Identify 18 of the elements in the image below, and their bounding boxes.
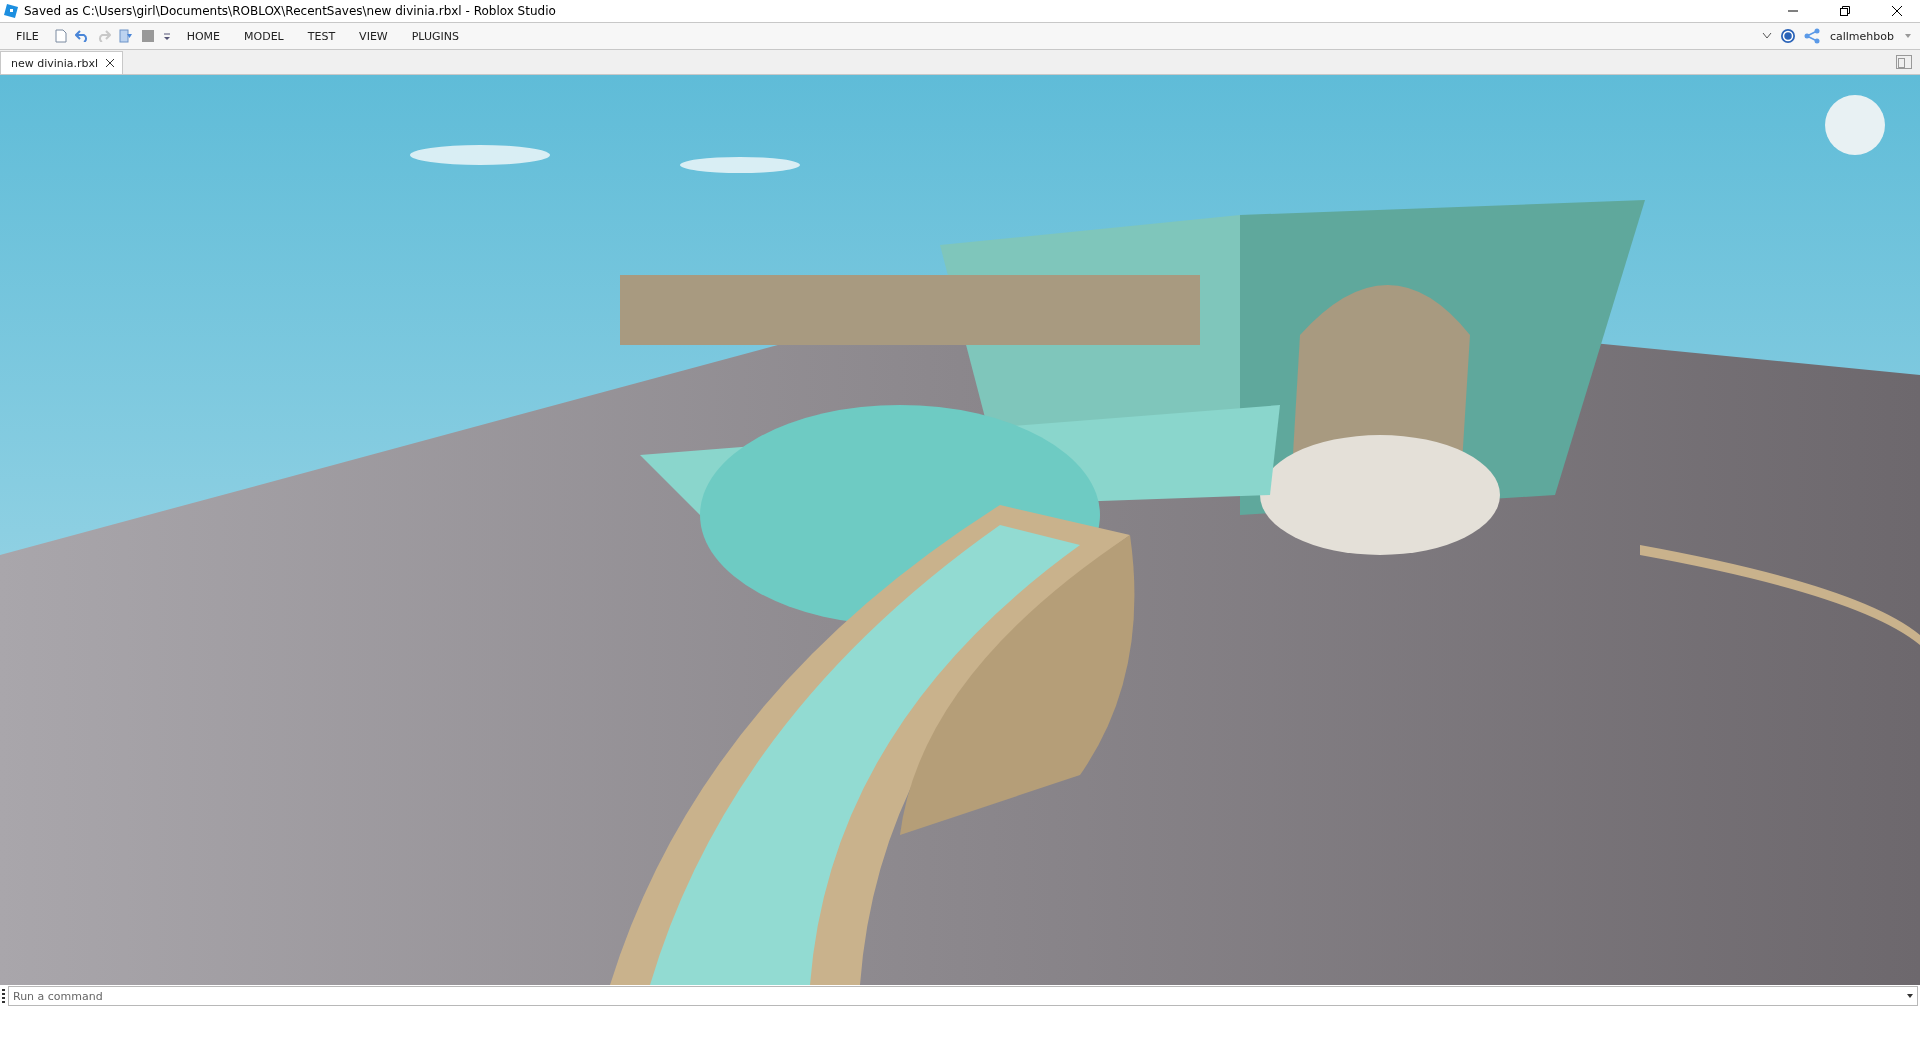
file-menu[interactable]: FILE [6,26,49,46]
ribbon-tab[interactable]: TEST [297,26,346,46]
close-icon[interactable] [1892,6,1902,16]
close-icon[interactable] [106,59,115,67]
command-field[interactable]: Run a command [8,986,1918,1006]
publish-button[interactable] [116,27,135,45]
restore-icon[interactable] [1840,6,1850,16]
ribbon-tab[interactable]: MODEL [234,26,294,46]
username-menu[interactable]: callmehbob [1825,27,1898,45]
dropdown-caret-icon[interactable] [1906,993,1914,999]
app-logo-icon [4,4,18,18]
ribbon-tab[interactable]: VIEW [349,26,398,46]
grip-handle[interactable] [2,989,5,1003]
ribbon-tab[interactable]: HOME [176,26,231,46]
ribbon-tab[interactable]: PLUGINS [401,26,469,46]
layout-icon[interactable] [1894,53,1914,71]
document-tab[interactable]: new divinia.rbxl [0,51,124,74]
window-title: Saved as C:\Users\girl\Documents\ROBLOX\RecentSaves\new divinia.rbxl - Roblox Studio [24,4,557,18]
